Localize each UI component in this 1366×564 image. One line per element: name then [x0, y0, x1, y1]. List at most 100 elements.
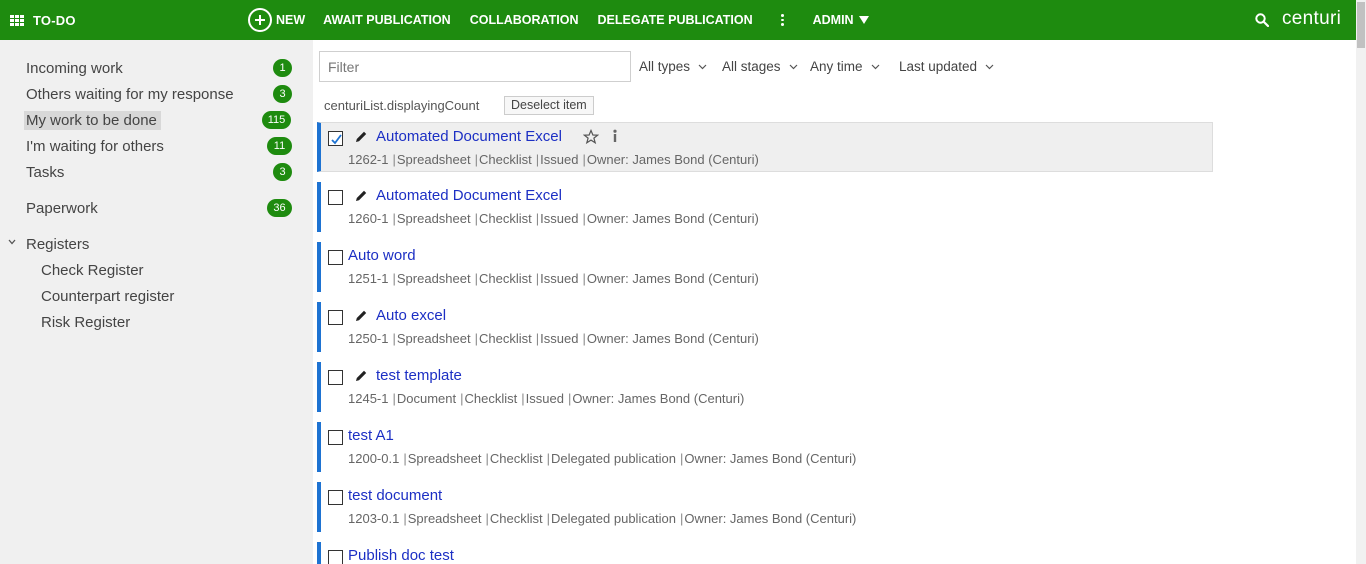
row-checkbox[interactable] — [328, 190, 343, 205]
item-owner: Owner: James Bond (Centuri) — [586, 152, 759, 167]
todo-menu[interactable]: TO-DO — [10, 0, 76, 40]
type-dropdown[interactable]: All types — [639, 59, 707, 74]
dropdown-label: All stages — [722, 59, 781, 74]
item-template: Checklist — [479, 211, 532, 226]
apps-grid-icon[interactable] — [10, 14, 24, 26]
sidebar-item-check-register[interactable]: Check Register — [0, 258, 313, 282]
displaying-count: centuriList.displayingCount — [324, 98, 480, 113]
nav-delegate-publication[interactable]: DELEGATE PUBLICATION — [598, 13, 753, 27]
item-stage: Delegated publication — [550, 451, 677, 466]
row-checkbox[interactable] — [328, 370, 343, 385]
item-stage: Issued — [540, 331, 579, 346]
count-badge: 1 — [273, 59, 292, 77]
list-item[interactable]: Automated Document Excel 1262-1 |Spreadsh… — [317, 122, 1213, 172]
list-item[interactable]: test document 1203-0.1 |Spreadsheet |Check… — [317, 482, 1213, 532]
chevron-down-icon[interactable] — [8, 238, 16, 246]
sort-dropdown[interactable]: Last updated — [899, 59, 994, 74]
item-title-link[interactable]: Publish doc test — [348, 547, 454, 564]
item-stage: Issued — [540, 152, 579, 167]
sidebar-item-risk-register[interactable]: Risk Register — [0, 310, 313, 334]
sidebar-item-counterpart-register[interactable]: Counterpart register — [0, 284, 313, 308]
list-item[interactable]: Auto word 1251-1 |Spreadsheet |Checklist |I… — [317, 242, 1213, 292]
item-title-link[interactable]: Automated Document Excel — [376, 128, 562, 145]
item-stage: Issued — [540, 271, 579, 286]
more-vertical-icon[interactable] — [780, 13, 786, 27]
list-item[interactable]: test A1 1200-0.1 |Spreadsheet |Checklist |D… — [317, 422, 1213, 472]
item-id: 1260-1 — [348, 211, 389, 226]
item-type: Spreadsheet — [396, 152, 471, 167]
item-title-link[interactable]: Auto word — [348, 247, 416, 264]
item-meta: 1250-1 |Spreadsheet |Checklist |Issued |Owne… — [348, 331, 759, 346]
item-owner: Owner: James Bond (Centuri) — [572, 391, 745, 406]
deselect-item-button[interactable]: Deselect item — [504, 96, 594, 115]
new-button[interactable]: NEW — [248, 8, 305, 32]
sidebar-item-label: Registers — [26, 235, 90, 253]
dropdown-label: Any time — [810, 59, 863, 74]
item-meta: 1260-1 |Spreadsheet |Checklist |Issued |Owne… — [348, 211, 759, 226]
row-checkbox[interactable] — [328, 131, 343, 146]
item-stage: Issued — [540, 211, 579, 226]
scrollbar-thumb[interactable] — [1357, 2, 1365, 48]
scrollbar[interactable] — [1356, 0, 1366, 564]
star-icon[interactable] — [583, 129, 599, 145]
filter-input[interactable] — [319, 51, 631, 82]
sidebar-item-others-waiting[interactable]: Others waiting for my response 3 — [0, 82, 313, 106]
item-meta: 1262-1 |Spreadsheet |Checklist |Issued |Owne… — [348, 152, 759, 167]
top-bar: TO-DO NEW AWAIT PUBLICATION COLLABORATIO… — [0, 0, 1366, 40]
sidebar-item-label: Tasks — [26, 163, 65, 181]
item-template: Checklist — [479, 331, 532, 346]
admin-menu[interactable]: ADMIN — [813, 13, 869, 27]
chevron-down-icon — [985, 64, 994, 69]
pencil-icon — [356, 310, 367, 321]
sidebar-item-paperwork[interactable]: Paperwork 36 — [0, 196, 313, 220]
list-item[interactable]: Automated Document Excel 1260-1 |Spreadsh… — [317, 182, 1213, 232]
top-nav: NEW AWAIT PUBLICATION COLLABORATION DELE… — [248, 0, 869, 40]
list-item[interactable]: test template 1245-1 |Document |Checklist |… — [317, 362, 1213, 412]
nav-collaboration[interactable]: COLLABORATION — [470, 13, 579, 27]
search-icon[interactable] — [1255, 13, 1269, 27]
item-meta: 1245-1 |Document |Checklist |Issued |Owner: … — [348, 391, 745, 406]
item-title-link[interactable]: test A1 — [348, 427, 394, 444]
item-owner: Owner: James Bond (Centuri) — [586, 271, 759, 286]
pencil-icon — [356, 131, 367, 142]
pencil-icon — [356, 190, 367, 201]
row-checkbox[interactable] — [328, 430, 343, 445]
sidebar-item-waiting-for-others[interactable]: I'm waiting for others 11 — [0, 134, 313, 158]
item-type: Spreadsheet — [407, 451, 482, 466]
list-item[interactable]: Publish doc test — [317, 542, 1213, 564]
sidebar-item-incoming-work[interactable]: Incoming work 1 — [0, 56, 313, 80]
sidebar-item-label: Counterpart register — [41, 287, 175, 305]
sidebar-item-tasks[interactable]: Tasks 3 — [0, 160, 313, 184]
sidebar-item-registers[interactable]: Registers — [0, 232, 313, 256]
item-title-link[interactable]: test template — [376, 367, 462, 384]
sidebar-item-label: Incoming work — [26, 59, 123, 77]
nav-await-publication[interactable]: AWAIT PUBLICATION — [323, 13, 451, 27]
row-checkbox[interactable] — [328, 490, 343, 505]
sidebar-item-label: Paperwork — [26, 199, 98, 217]
item-template: Checklist — [479, 152, 532, 167]
item-id: 1203-0.1 — [348, 511, 400, 526]
item-title-link[interactable]: Automated Document Excel — [376, 187, 562, 204]
chevron-down-icon — [789, 64, 797, 69]
item-meta: 1200-0.1 |Spreadsheet |Checklist |Delegated… — [348, 451, 857, 466]
sidebar-item-my-work[interactable]: My work to be done 115 — [0, 108, 313, 132]
item-title-link[interactable]: Auto excel — [376, 307, 446, 324]
item-template: Checklist — [479, 271, 532, 286]
item-type: Spreadsheet — [396, 331, 471, 346]
item-meta: 1251-1 |Spreadsheet |Checklist |Issued |Owne… — [348, 271, 759, 286]
row-checkbox[interactable] — [328, 310, 343, 325]
list-item[interactable]: Auto excel 1250-1 |Spreadsheet |Checklist |… — [317, 302, 1213, 352]
item-stage: Delegated publication — [550, 511, 677, 526]
item-type: Spreadsheet — [396, 271, 471, 286]
app-title[interactable]: TO-DO — [33, 13, 76, 28]
row-checkbox[interactable] — [328, 550, 343, 564]
centuri-logo[interactable]: centuri — [1282, 8, 1341, 30]
stage-dropdown[interactable]: All stages — [722, 59, 798, 74]
dropdown-label: All types — [639, 59, 691, 74]
time-dropdown[interactable]: Any time — [810, 59, 880, 74]
checkmark-icon — [331, 134, 342, 145]
new-button-label: NEW — [276, 13, 306, 27]
info-icon[interactable] — [611, 129, 619, 143]
item-title-link[interactable]: test document — [348, 487, 442, 504]
row-checkbox[interactable] — [328, 250, 343, 265]
